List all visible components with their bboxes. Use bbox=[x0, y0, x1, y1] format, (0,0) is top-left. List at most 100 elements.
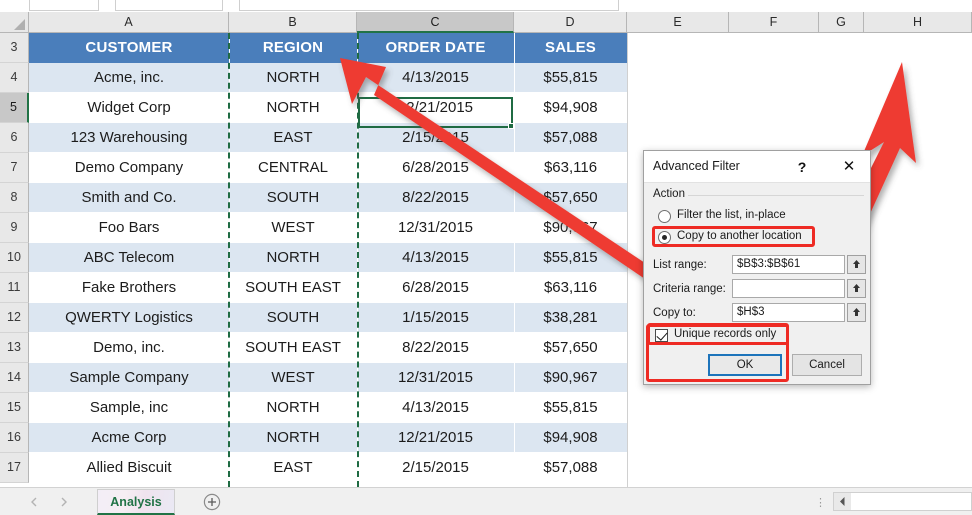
row-header-16[interactable]: 16 bbox=[0, 423, 29, 453]
list-range-input[interactable]: $B$3:$B$61 bbox=[732, 255, 845, 274]
cell-region[interactable]: CENTRAL bbox=[229, 153, 357, 183]
cell-sales[interactable]: $57,088 bbox=[514, 123, 627, 153]
cell-sales[interactable]: $57,650 bbox=[514, 333, 627, 363]
row-header-7[interactable]: 7 bbox=[0, 153, 29, 183]
cell-order_date[interactable]: 4/13/2015 bbox=[357, 243, 514, 273]
cell-order_date[interactable]: 4/13/2015 bbox=[357, 393, 514, 423]
copy-to-picker-icon[interactable] bbox=[847, 303, 866, 322]
row-header-4[interactable]: 4 bbox=[0, 63, 29, 93]
cell-region[interactable]: NORTH bbox=[229, 93, 357, 123]
table-header-cell[interactable]: REGION bbox=[229, 33, 357, 63]
cell-order_date[interactable]: 1/15/2015 bbox=[357, 303, 514, 333]
cell-sales[interactable]: $94,908 bbox=[514, 93, 627, 123]
cancel-button[interactable]: Cancel bbox=[792, 354, 862, 376]
row-header-17[interactable]: 17 bbox=[0, 453, 29, 483]
table-header-cell[interactable]: ORDER DATE bbox=[357, 33, 514, 63]
row-header-13[interactable]: 13 bbox=[0, 333, 29, 363]
list-range-picker-icon[interactable] bbox=[847, 255, 866, 274]
row-header-5[interactable]: 5 bbox=[0, 93, 29, 123]
fill-handle[interactable] bbox=[508, 123, 514, 129]
cell-region[interactable]: EAST bbox=[229, 123, 357, 153]
cell-customer[interactable]: Allied Biscuit bbox=[29, 453, 229, 483]
cell-order_date[interactable]: 8/22/2015 bbox=[357, 183, 514, 213]
cell-sales[interactable]: $94,908 bbox=[514, 423, 627, 453]
cell-region[interactable]: WEST bbox=[229, 213, 357, 243]
row-header-8[interactable]: 8 bbox=[0, 183, 29, 213]
cell-order_date[interactable]: 12/21/2015 bbox=[357, 423, 514, 453]
row-header-14[interactable]: 14 bbox=[0, 363, 29, 393]
cell-customer[interactable]: Fake Brothers bbox=[29, 273, 229, 303]
horizontal-scrollbar[interactable] bbox=[833, 492, 972, 511]
cell-order_date[interactable]: 6/28/2015 bbox=[357, 273, 514, 303]
cell-sales[interactable]: $55,815 bbox=[514, 63, 627, 93]
cell-region[interactable]: SOUTH EAST bbox=[229, 273, 357, 303]
cell-customer[interactable]: 123 Warehousing bbox=[29, 123, 229, 153]
column-header-c[interactable]: C bbox=[357, 12, 514, 33]
criteria-range-input[interactable] bbox=[732, 279, 845, 298]
select-all-corner[interactable] bbox=[0, 12, 29, 33]
cell-order_date[interactable]: 6/28/2015 bbox=[357, 153, 514, 183]
cell-order_date[interactable]: 12/31/2015 bbox=[357, 363, 514, 393]
close-icon[interactable]: ✕ bbox=[834, 156, 864, 178]
table-header-cell[interactable]: CUSTOMER bbox=[29, 33, 229, 63]
sheet-tab-analysis[interactable]: Analysis bbox=[97, 489, 175, 515]
help-icon[interactable]: ? bbox=[792, 157, 812, 177]
cell-region[interactable]: SOUTH bbox=[229, 303, 357, 333]
active-cell-c5[interactable] bbox=[358, 97, 513, 128]
row-header-10[interactable]: 10 bbox=[0, 243, 29, 273]
column-header-b[interactable]: B bbox=[229, 12, 357, 33]
plus-circle-icon[interactable] bbox=[203, 493, 221, 511]
row-header-9[interactable]: 9 bbox=[0, 213, 29, 243]
cell-customer[interactable]: ABC Telecom bbox=[29, 243, 229, 273]
cell-order_date[interactable]: 4/13/2015 bbox=[357, 63, 514, 93]
cell-region[interactable]: EAST bbox=[229, 453, 357, 483]
cell-customer[interactable]: Smith and Co. bbox=[29, 183, 229, 213]
row-header-3[interactable]: 3 bbox=[0, 33, 29, 63]
radio-filter-in-place-dot[interactable] bbox=[658, 210, 671, 223]
column-header-e[interactable]: E bbox=[627, 12, 729, 33]
cell-region[interactable]: NORTH bbox=[229, 243, 357, 273]
column-header-d[interactable]: D bbox=[514, 12, 627, 33]
prev-sheet-icon[interactable] bbox=[27, 495, 41, 509]
row-header-12[interactable]: 12 bbox=[0, 303, 29, 333]
cell-region[interactable]: NORTH bbox=[229, 63, 357, 93]
cell-customer[interactable]: QWERTY Logistics bbox=[29, 303, 229, 333]
cell-sales[interactable]: $57,088 bbox=[514, 453, 627, 483]
cell-region[interactable]: WEST bbox=[229, 363, 357, 393]
cell-customer[interactable]: Sample Company bbox=[29, 363, 229, 393]
vertical-dots-icon[interactable]: ⋮ bbox=[815, 496, 827, 509]
column-header-a[interactable]: A bbox=[29, 12, 229, 33]
cell-sales[interactable]: $90,967 bbox=[514, 363, 627, 393]
cell-region[interactable]: SOUTH EAST bbox=[229, 333, 357, 363]
cell-customer[interactable]: Sample, inc bbox=[29, 393, 229, 423]
cell-region[interactable]: NORTH bbox=[229, 393, 357, 423]
cell-sales[interactable]: $63,116 bbox=[514, 153, 627, 183]
cell-sales[interactable]: $90,967 bbox=[514, 213, 627, 243]
cell-order_date[interactable]: 2/15/2015 bbox=[357, 453, 514, 483]
cell-customer[interactable]: Demo Company bbox=[29, 153, 229, 183]
copy-to-input[interactable]: $H$3 bbox=[732, 303, 845, 322]
cell-customer[interactable]: Acme Corp bbox=[29, 423, 229, 453]
cell-sales[interactable]: $57,650 bbox=[514, 183, 627, 213]
cell-order_date[interactable]: 12/31/2015 bbox=[357, 213, 514, 243]
next-sheet-icon[interactable] bbox=[57, 495, 71, 509]
table-header-cell[interactable]: SALES bbox=[514, 33, 627, 63]
cell-customer[interactable]: Widget Corp bbox=[29, 93, 229, 123]
cell-sales[interactable]: $38,281 bbox=[514, 303, 627, 333]
column-header-h[interactable]: H bbox=[864, 12, 972, 33]
scroll-left-arrow-icon[interactable] bbox=[834, 493, 851, 510]
criteria-range-picker-icon[interactable] bbox=[847, 279, 866, 298]
cell-sales[interactable]: $63,116 bbox=[514, 273, 627, 303]
cell-sales[interactable]: $55,815 bbox=[514, 243, 627, 273]
cell-customer[interactable]: Demo, inc. bbox=[29, 333, 229, 363]
row-header-15[interactable]: 15 bbox=[0, 393, 29, 423]
row-header-6[interactable]: 6 bbox=[0, 123, 29, 153]
cell-customer[interactable]: Foo Bars bbox=[29, 213, 229, 243]
column-header-g[interactable]: G bbox=[819, 12, 864, 33]
cell-customer[interactable]: Acme, inc. bbox=[29, 63, 229, 93]
cell-order_date[interactable]: 8/22/2015 bbox=[357, 333, 514, 363]
cell-region[interactable]: NORTH bbox=[229, 423, 357, 453]
column-header-f[interactable]: F bbox=[729, 12, 819, 33]
cell-sales[interactable]: $55,815 bbox=[514, 393, 627, 423]
row-header-11[interactable]: 11 bbox=[0, 273, 29, 303]
